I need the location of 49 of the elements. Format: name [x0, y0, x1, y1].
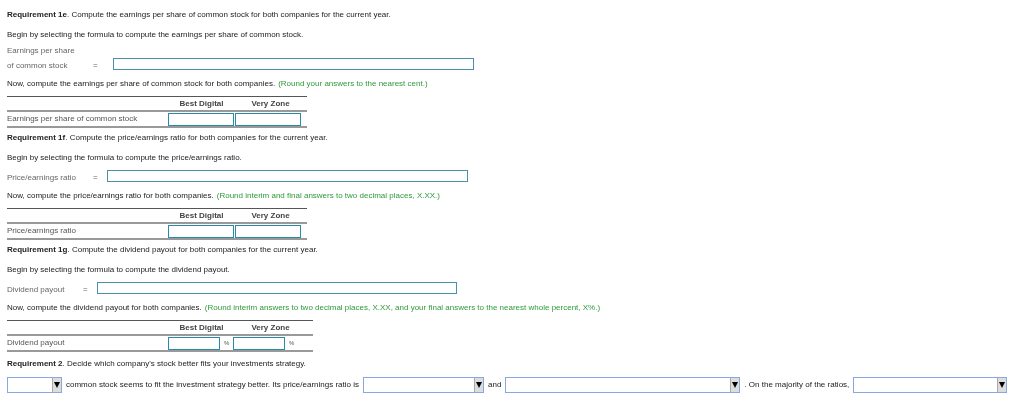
formula-input[interactable] — [97, 282, 457, 294]
sentence-text: and — [488, 381, 502, 389]
formula-label: of common stock — [7, 62, 69, 70]
formula-label: Earnings per share — [7, 47, 76, 55]
column-header: Very Zone — [250, 324, 291, 332]
answer-input[interactable] — [235, 112, 301, 126]
row-label: Price/earnings ratio — [7, 227, 77, 235]
column-header: Best Digital — [178, 212, 225, 220]
instruction-text: Now, compute the dividend payout for both companies. — [7, 304, 202, 312]
instruction-text: Begin by selecting the formula to compute the earnings per share of common stock. — [7, 29, 305, 41]
dropdown[interactable] — [853, 377, 1008, 393]
instruction-text: Now, compute the price/earnings ratio for both companies. — [7, 192, 214, 200]
requirement-text: Requirement 2. Decide which company's stock better fits your investments strategy. — [7, 358, 307, 370]
answer-input[interactable] — [233, 336, 285, 350]
formula-input[interactable] — [113, 58, 474, 70]
dropdown[interactable] — [363, 377, 484, 393]
formula-label: Dividend payout — [7, 286, 66, 294]
dropdown[interactable] — [7, 377, 62, 393]
row-label: Dividend payout — [7, 339, 66, 347]
answer-input[interactable] — [168, 112, 234, 126]
rounding-note: (Round interim answers to two decimal places, X.XX, and your final answers to the nearest whole percent, X%.) — [204, 304, 601, 312]
column-header: Very Zone — [250, 100, 291, 108]
column-header: Best Digital — [178, 324, 225, 332]
requirement-text: Requirement 1f. Compute the price/earnings ratio for both companies for the current year. — [7, 132, 329, 144]
dropdown-arrow-icon — [999, 382, 1006, 388]
formula-input[interactable] — [107, 170, 468, 182]
sentence-text: . On the majority of the ratios, — [744, 381, 850, 389]
dropdown-arrow-icon — [732, 382, 739, 388]
sentence-text: common stock seems to fit the investment strategy better. Its price/earnings ratio is — [66, 381, 359, 389]
formula-label: Price/earnings ratio — [7, 174, 77, 182]
instruction-text: Begin by selecting the formula to compute the price/earnings ratio. — [7, 152, 243, 164]
equals-sign: = — [93, 174, 99, 182]
rounding-note: (Round interim and final answers to two decimal places, X.XX.) — [216, 192, 440, 200]
instruction-text: Begin by selecting the formula to compute the dividend payout. — [7, 264, 231, 276]
equals-sign: = — [83, 286, 89, 294]
rounding-note: (Round your answers to the nearest cent.) — [278, 80, 428, 88]
row-label: Earnings per share of common stock — [7, 115, 139, 123]
equals-sign: = — [93, 62, 99, 70]
column-header: Very Zone — [250, 212, 291, 220]
instruction-text: Now, compute the earnings per share of common stock for both companies. — [7, 80, 276, 88]
answer-input[interactable] — [235, 224, 301, 238]
dropdown-arrow-icon — [476, 382, 482, 388]
dropdown-arrow-icon — [54, 382, 60, 388]
answer-input[interactable] — [168, 336, 220, 350]
requirement-text: Requirement 1e. Compute the earnings per share of common stock for both companies for the current year. — [7, 9, 392, 21]
answer-input[interactable] — [168, 224, 234, 238]
column-header: Best Digital — [178, 100, 225, 108]
requirement-text: Requirement 1g. Compute the dividend payout for both companies for the current year. — [7, 244, 319, 256]
dropdown[interactable] — [505, 377, 741, 393]
